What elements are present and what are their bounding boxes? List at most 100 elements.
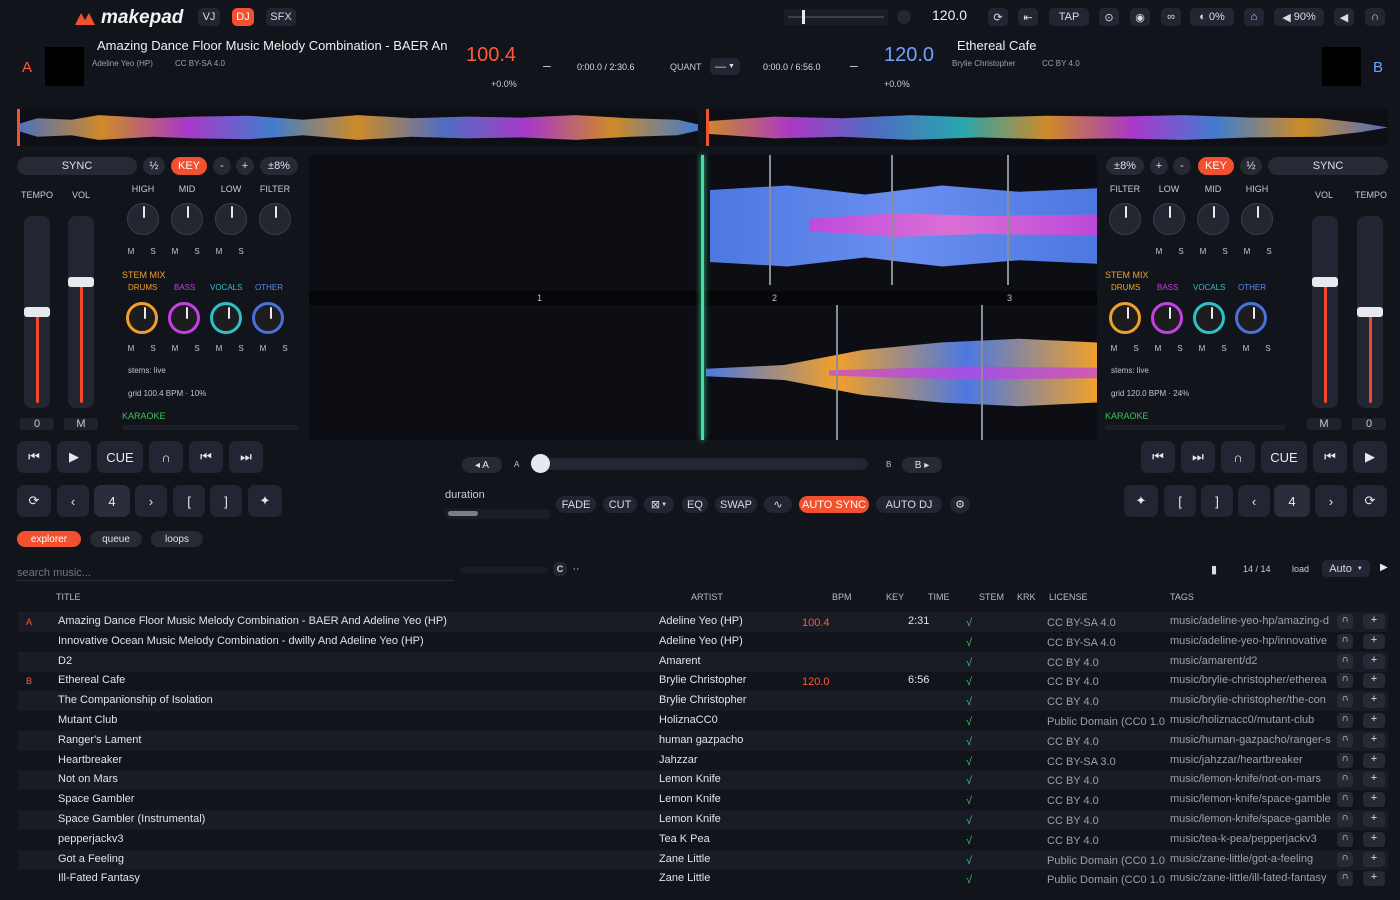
deck-a-magic-button[interactable]: ✦	[248, 485, 282, 517]
deck-a-half-button[interactable]: ½	[143, 157, 165, 175]
load-mode-select[interactable]: Auto ▼	[1322, 560, 1370, 577]
add-to-queue-icon[interactable]: +	[1363, 713, 1385, 728]
crossfader-thumb[interactable]	[531, 454, 550, 473]
auto-sync-button[interactable]: AUTO SYNC	[799, 496, 869, 513]
preview-headphones-icon[interactable]: ∩	[1337, 752, 1353, 768]
deck-b-loop-toggle[interactable]: ⟳	[1353, 485, 1387, 517]
deck-b-half-button[interactable]: ½	[1240, 157, 1262, 175]
crossfade-b-button[interactable]: B ▸	[902, 457, 942, 473]
volume-button[interactable]: ◀ 90%	[1274, 8, 1324, 26]
preview-headphones-icon[interactable]: ∩	[1337, 831, 1353, 847]
deck-a-eq-filter-knob[interactable]	[259, 203, 291, 235]
col-tags[interactable]: TAGS	[1170, 592, 1194, 602]
preview-headphones-icon[interactable]: ∩	[1337, 633, 1353, 649]
preview-headphones-icon[interactable]: ∩	[1337, 792, 1353, 808]
nudge-icon[interactable]: ⇤	[1018, 8, 1038, 26]
table-row[interactable]: D2 Amarent √ CC BY 4.0 music/amarent/d2 ∩ +	[18, 651, 1388, 672]
fx-cut-button[interactable]: CUT	[603, 496, 637, 513]
table-row[interactable]: Got a Feeling Zane Little √ Public Domain (…	[18, 849, 1388, 870]
deck-b-eq-high-knob[interactable]	[1241, 203, 1273, 235]
mode-vj-button[interactable]: VJ	[198, 8, 220, 26]
deck-a-eq-mute-solo[interactable]: MSMSMS	[120, 247, 252, 256]
deck-b-next-button[interactable]: ⏭	[1181, 441, 1215, 473]
add-to-queue-icon[interactable]: +	[1363, 673, 1385, 689]
loop-icon[interactable]: ∞	[1161, 8, 1181, 26]
table-row[interactable]: A Amazing Dance Floor Music Melody Combin…	[18, 612, 1388, 632]
center-waveform-panel[interactable]: 1 2 3	[309, 155, 1097, 440]
add-to-queue-icon[interactable]: +	[1363, 614, 1385, 629]
add-to-queue-icon[interactable]: +	[1363, 871, 1385, 887]
add-to-queue-icon[interactable]: +	[1363, 732, 1385, 748]
table-row[interactable]: Not on Mars Lemon Knife √ CC BY 4.0 music/le…	[18, 770, 1388, 791]
add-to-queue-icon[interactable]: +	[1363, 752, 1385, 768]
deck-a-vocals-knob[interactable]	[210, 302, 242, 334]
table-row[interactable]: Ranger's Lament human gazpacho √ CC BY 4.0 m…	[18, 730, 1388, 751]
deck-a-loop-double[interactable]: ›	[135, 485, 167, 517]
deck-a-key-button[interactable]: KEY	[171, 157, 207, 175]
deck-a-eq-high-knob[interactable]	[127, 203, 159, 235]
deck-a-pitch-minus[interactable]: -	[213, 157, 231, 175]
deck-a-other-knob[interactable]	[252, 302, 284, 334]
quant-select[interactable]: — ▼	[710, 58, 740, 75]
deck-b-other-knob[interactable]	[1235, 302, 1267, 334]
deck-a-karaoke-label[interactable]: KARAOKE	[122, 411, 166, 421]
preview-headphones-icon[interactable]: ∩	[1337, 871, 1353, 887]
deck-a-next-button[interactable]: ⏭	[229, 441, 263, 473]
tab-explorer[interactable]: explorer	[17, 531, 81, 547]
deck-b-magic-button[interactable]: ✦	[1124, 485, 1158, 517]
fx-eq-button[interactable]: EQ	[682, 496, 708, 513]
deck-a-loop-out[interactable]: ]	[210, 485, 242, 517]
col-license[interactable]: LICENSE	[1049, 592, 1088, 602]
deck-b-vocals-knob[interactable]	[1193, 302, 1225, 334]
add-to-queue-icon[interactable]: +	[1363, 633, 1385, 649]
table-row[interactable]: Mutant Club HoliznaCC0 √ Public Domain (CC0…	[18, 711, 1388, 731]
deck-a-loop-halve[interactable]: ‹	[57, 485, 89, 517]
search-slider[interactable]	[460, 567, 548, 573]
deck-b-loop-in[interactable]: [	[1164, 485, 1196, 517]
table-row[interactable]: pepperjackv3 Tea K Pea √ CC BY 4.0 music/tea…	[18, 830, 1388, 850]
deck-b-drums-knob[interactable]	[1109, 302, 1141, 334]
col-stem[interactable]: STEM	[979, 592, 1004, 602]
col-title[interactable]: TITLE	[56, 592, 81, 602]
table-row[interactable]: Innovative Ocean Music Melody Combinatio…	[18, 632, 1388, 652]
table-row[interactable]: Space Gambler (Instrumental) Lemon Knife √…	[18, 810, 1388, 830]
preview-headphones-icon[interactable]: ∩	[1337, 851, 1353, 867]
deck-a-eq-mid-knob[interactable]	[171, 203, 203, 235]
auto-dj-button[interactable]: AUTO DJ	[876, 496, 942, 513]
col-key[interactable]: KEY	[886, 592, 904, 602]
deck-b-loop-double[interactable]: ›	[1315, 485, 1347, 517]
sync-all-icon[interactable]: ⊙	[1099, 8, 1119, 26]
deck-b-range-button[interactable]: ±8%	[1106, 157, 1144, 175]
deck-a-pitch-plus[interactable]: +	[236, 157, 254, 175]
headphones-icon[interactable]: ∩	[1365, 8, 1385, 26]
deck-b-prev-button[interactable]: ⏮	[1141, 441, 1175, 473]
table-row[interactable]: B Ethereal Cafe Brylie Christopher 120.0 6:5…	[18, 671, 1388, 691]
deck-a-drums-knob[interactable]	[126, 302, 158, 334]
deck-b-eq-low-knob[interactable]	[1153, 203, 1185, 235]
deck-b-overview-waveform[interactable]	[706, 109, 1388, 146]
deck-a-vol-slider[interactable]	[68, 216, 94, 408]
add-to-queue-icon[interactable]: +	[1363, 693, 1385, 709]
tempo-scrubber[interactable]	[784, 9, 888, 25]
add-to-queue-icon[interactable]: +	[1363, 851, 1385, 867]
table-row[interactable]: Ill-Fated Fantasy Zane Little √ Public Doma…	[18, 869, 1388, 889]
tap-button[interactable]: TAP	[1049, 8, 1089, 26]
settings-icon[interactable]: ⚙	[950, 496, 970, 513]
preview-headphones-icon[interactable]: ∩	[1337, 653, 1353, 669]
record-icon[interactable]: ◉	[1130, 8, 1150, 26]
col-krk[interactable]: KRK	[1017, 592, 1036, 602]
deck-b-sync-button[interactable]: SYNC	[1268, 157, 1388, 175]
deck-b-vol-slider[interactable]	[1312, 216, 1338, 408]
crossfader-slider[interactable]	[530, 454, 868, 473]
preview-headphones-icon[interactable]: ∩	[1337, 614, 1353, 629]
preview-headphones-icon[interactable]: ∩	[1337, 732, 1353, 748]
crossfade-button[interactable]: ◐ 0%	[1190, 8, 1234, 26]
deck-a-overview-waveform[interactable]	[17, 109, 698, 146]
deck-b-loop-halve[interactable]: ‹	[1238, 485, 1270, 517]
deck-b-skip-start-button[interactable]: ⏮	[1313, 441, 1347, 473]
more-options-button[interactable]: ··	[570, 562, 582, 576]
preview-headphones-icon[interactable]: ∩	[1337, 772, 1353, 788]
fx-fade-button[interactable]: FADE	[556, 496, 596, 513]
deck-a-range-button[interactable]: ±8%	[260, 157, 298, 175]
deck-b-key-button[interactable]: KEY	[1198, 157, 1234, 175]
